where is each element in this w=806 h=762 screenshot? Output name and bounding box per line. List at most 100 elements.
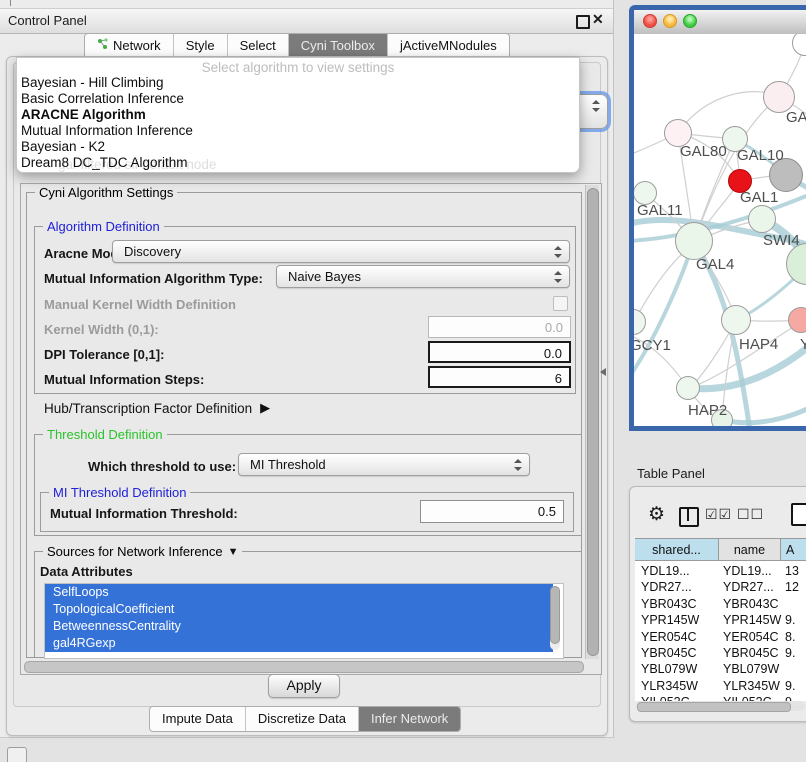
export-table-icon[interactable]	[791, 503, 806, 526]
gear-icon[interactable]: ⚙	[648, 505, 665, 524]
combo-value: Discovery	[124, 244, 181, 259]
node-label: HAP4	[739, 336, 778, 353]
network-window-titlebar[interactable]	[634, 10, 806, 35]
dropdown-item[interactable]: Mutual Information Inference	[21, 123, 193, 138]
kernel-width-field: 0.0	[428, 316, 571, 338]
select-all-columns-icon[interactable]: ☑☑	[705, 506, 732, 523]
mi-type-label: Mutual Information Algorithm Type:	[44, 271, 263, 286]
dropdown-placeholder: Select algorithm to view settings	[17, 60, 579, 75]
network-canvas[interactable]: GAL GAL80 GAL10 GAL1 GAL11 SWI4 GAL4 GCY…	[634, 34, 806, 431]
sources-group-title[interactable]: Sources for Network Inference ▼	[43, 544, 242, 559]
tab-network[interactable]: Network	[85, 34, 174, 58]
list-scrollbar[interactable]	[550, 586, 560, 650]
scrollbar-thumb[interactable]	[587, 188, 599, 656]
table-row[interactable]: YLR345W YLR345W 9.	[635, 678, 806, 694]
table-row[interactable]: YDR27... YDR27... 12	[635, 579, 806, 595]
node-label: GAL4	[696, 256, 734, 273]
table-row[interactable]: YBR043C YBR043C	[635, 596, 806, 612]
mi-steps-field[interactable]: 6	[428, 366, 571, 388]
dropdown-item[interactable]: Bayesian - Hill Climbing	[21, 75, 164, 90]
node-label: GAL11	[637, 202, 683, 219]
node-label: HAP2	[688, 402, 727, 419]
node-label: GCY1	[634, 337, 671, 354]
node-label: GAL1	[740, 189, 778, 206]
node-table: shared... name A YDL19... YDL19... 13 YD…	[635, 538, 806, 701]
scrollbar-thumb[interactable]	[550, 586, 560, 644]
which-threshold-combo[interactable]: MI Threshold	[238, 453, 530, 476]
table-row[interactable]: YPR145W YPR145W 9.	[635, 612, 806, 628]
dpi-tolerance-field[interactable]: 0.0	[428, 341, 571, 363]
column-header-shared-name[interactable]: shared...	[635, 538, 719, 561]
tab-discretize-data[interactable]: Discretize Data	[246, 707, 359, 731]
table-panel-title: Table Panel	[637, 466, 705, 481]
dpi-tolerance-label: DPI Tolerance [0,1]:	[44, 347, 164, 362]
column-header-partial[interactable]: A	[781, 538, 806, 561]
tab-cyni-toolbox[interactable]: Cyni Toolbox	[289, 34, 388, 58]
deselect-all-columns-icon[interactable]: ☐☐	[737, 506, 764, 523]
divider-tick	[10, 0, 11, 6]
node-label: SWI4	[763, 232, 800, 249]
stepper-icon	[514, 459, 522, 471]
network-node-swi4[interactable]	[748, 205, 776, 233]
dropdown-item[interactable]: Basic Correlation Inference	[21, 91, 184, 106]
hub-definition-label: Hub/Transcription Factor Definition	[44, 401, 252, 416]
data-attributes-label: Data Attributes	[40, 564, 133, 579]
close-traffic-light[interactable]	[643, 14, 657, 28]
hub-definition-section[interactable]: Hub/Transcription Factor Definition ▶	[44, 400, 270, 416]
group-title: MI Threshold Definition	[49, 485, 190, 500]
node-label: GAL	[786, 109, 806, 126]
dropdown-item[interactable]: Dream8 DC_TDC Algorithm	[21, 155, 188, 170]
tab-style[interactable]: Style	[174, 34, 228, 58]
tab-jactivemnodules[interactable]: jActiveMNodules	[388, 34, 509, 58]
dropdown-item-selected[interactable]: ARACNE Algorithm	[21, 107, 146, 122]
mi-threshold-field[interactable]: 0.5	[420, 500, 564, 523]
zoom-traffic-light[interactable]	[683, 14, 697, 28]
minimize-traffic-light[interactable]	[663, 14, 677, 28]
network-node-hap2[interactable]	[676, 376, 700, 400]
close-icon[interactable]: ✕	[592, 11, 604, 28]
network-view-window[interactable]: GAL GAL80 GAL10 GAL1 GAL11 SWI4 GAL4 GCY…	[629, 5, 806, 431]
settings-vertical-scrollbar[interactable]	[585, 185, 599, 659]
expand-down-icon: ▼	[228, 546, 239, 558]
combo-value: MI Threshold	[250, 457, 326, 472]
table-row[interactable]: YER054C YER054C 8.	[635, 629, 806, 645]
tab-select[interactable]: Select	[228, 34, 289, 58]
which-threshold-label: Which threshold to use:	[88, 459, 236, 474]
column-header-name[interactable]: name	[719, 538, 781, 561]
aracne-mode-combo[interactable]: Discovery	[112, 240, 570, 263]
network-node-hap4[interactable]	[721, 305, 751, 335]
node-label: Y	[800, 336, 806, 353]
scrollbar-thumb[interactable]	[637, 702, 791, 712]
float-window-icon[interactable]	[576, 15, 590, 29]
collapsed-panel-icon[interactable]	[7, 747, 27, 762]
manual-kernel-label: Manual Kernel Width Definition	[44, 297, 236, 312]
data-attributes-list: SelfLoops TopologicalCoefficient Between…	[44, 583, 564, 659]
mi-type-combo[interactable]: Naive Bayes	[276, 265, 570, 288]
algorithm-dropdown-popup: Select algorithm to view settings Bayesi…	[16, 57, 580, 173]
apply-button[interactable]: Apply	[268, 674, 340, 698]
network-tab-icon	[97, 35, 109, 57]
list-item[interactable]: TopologicalCoefficient	[45, 601, 553, 618]
group-title: Threshold Definition	[43, 427, 167, 442]
control-panel: Control Panel ✕ Network Style Select Cyn…	[0, 0, 614, 738]
list-item[interactable]: gal4RGexp	[45, 635, 553, 652]
mi-threshold-label: Mutual Information Threshold:	[50, 506, 238, 521]
network-node-gal4[interactable]	[675, 222, 713, 260]
show-columns-icon[interactable]	[679, 507, 699, 527]
settings-horizontal-scrollbar[interactable]	[24, 661, 584, 673]
tab-impute-data[interactable]: Impute Data	[150, 707, 246, 731]
list-item[interactable]: BetweennessCentrality	[45, 618, 553, 635]
table-row[interactable]: YBR045C YBR045C 9.	[635, 645, 806, 661]
stepper-icon	[554, 246, 562, 258]
tab-infer-network[interactable]: Infer Network	[359, 707, 460, 731]
stepper-icon	[554, 271, 562, 283]
list-item[interactable]: SelfLoops	[45, 584, 553, 601]
splitter-collapse-arrow[interactable]	[600, 368, 606, 376]
manual-kernel-checkbox	[553, 296, 568, 311]
table-row[interactable]: YIL052C YIL052C 9	[635, 694, 806, 701]
bottom-tabbar: Impute Data Discretize Data Infer Networ…	[149, 706, 461, 732]
table-row[interactable]: YDL19... YDL19... 13	[635, 563, 806, 579]
node-label: GAL80	[680, 143, 727, 160]
table-row[interactable]: YBL079W YBL079W	[635, 661, 806, 677]
dropdown-item[interactable]: Bayesian - K2	[21, 139, 105, 154]
